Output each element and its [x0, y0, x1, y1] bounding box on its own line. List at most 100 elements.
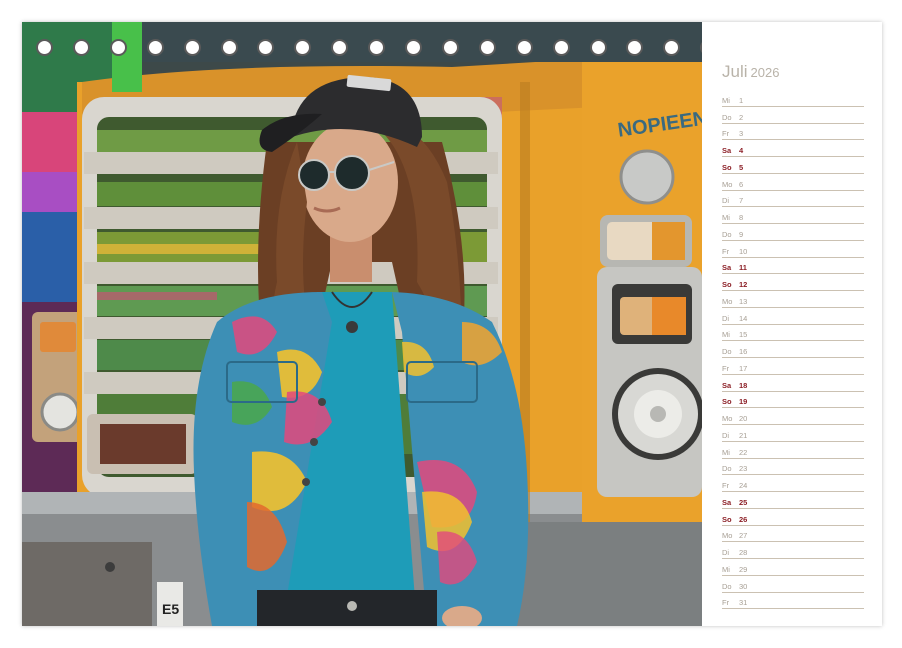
weekday-label: So [722, 514, 732, 524]
day-number: 16 [739, 347, 748, 356]
day-row: Fr 10 [722, 241, 864, 258]
weekday-label: Di [722, 430, 730, 440]
day-row: Sa 11 [722, 258, 864, 275]
weekday-label: So [722, 397, 732, 407]
day-row: Do 9 [722, 224, 864, 241]
weekday-label: Fr [722, 481, 730, 490]
day-number: 23 [739, 464, 748, 474]
day-list: Mi 1 Do 2 Fr 3 Sa 4 So 5 Mo 6 Di 7 Mi 8 Do 9 Fr 10 Sa 11 So 12 M… [722, 90, 864, 610]
license-plate-text: E5 [162, 601, 179, 617]
day-number: 18 [739, 380, 748, 390]
weekday-label: Fr [722, 598, 730, 608]
day-number: 2 [739, 112, 744, 122]
day-number: 7 [739, 196, 744, 206]
day-number: 12 [739, 280, 748, 289]
day-number: 14 [739, 313, 748, 323]
year-label: 2026 [750, 65, 780, 80]
weekday-label: Sa [722, 497, 732, 507]
day-row: Mi 8 [722, 207, 864, 224]
day-row: Sa 25 [722, 492, 864, 509]
month-heading: Juli 2026 [722, 62, 779, 82]
weekday-label: Mi [722, 213, 730, 222]
day-row: So 26 [722, 509, 864, 526]
binding-ring [552, 39, 570, 56]
weekday-label: Sa [722, 380, 732, 390]
binding-ring [515, 39, 533, 56]
weekday-label: Mo [722, 296, 733, 306]
day-row: Do 30 [722, 576, 864, 593]
binding-ring [72, 39, 90, 56]
day-number: 17 [739, 363, 748, 373]
weekday-label: Mo [722, 414, 733, 423]
calendar-photo: E5 NOPIEEN [22, 22, 702, 626]
day-row: Mi 1 [722, 90, 864, 107]
month-name: Juli [722, 62, 748, 81]
binding-ring [146, 39, 164, 56]
day-row: So 19 [722, 392, 864, 409]
binding-ring [109, 39, 127, 56]
binding-ring [183, 39, 201, 56]
weekday-label: Di [722, 196, 730, 206]
binding-ring [589, 39, 607, 56]
day-row: Fr 24 [722, 475, 864, 492]
binding-ring [36, 39, 53, 56]
day-number: 4 [739, 146, 744, 155]
day-row: Fr 31 [722, 593, 864, 610]
day-row: Sa 4 [722, 140, 864, 157]
day-row: Fr 17 [722, 358, 864, 375]
day-row: Mo 20 [722, 408, 864, 425]
day-row: Sa 18 [722, 375, 864, 392]
binding-ring [478, 39, 496, 56]
weekday-label: Di [722, 548, 730, 557]
weekday-label: So [722, 280, 732, 289]
photo-illustration: E5 NOPIEEN [22, 22, 702, 626]
day-number: 5 [739, 162, 744, 172]
weekday-label: Mi [722, 564, 730, 574]
day-row: Di 7 [722, 191, 864, 208]
day-number: 3 [739, 129, 744, 139]
day-number: 30 [739, 581, 748, 591]
weekday-label: So [722, 162, 732, 172]
weekday-label: Sa [722, 146, 732, 155]
binding-ring [257, 39, 275, 56]
day-number: 9 [739, 229, 744, 239]
weekday-label: Sa [722, 263, 732, 273]
day-number: 31 [739, 598, 748, 608]
day-number: 24 [739, 481, 748, 490]
day-number: 10 [739, 246, 748, 256]
day-row: Do 2 [722, 107, 864, 124]
binding-ring [331, 39, 349, 56]
weekday-label: Do [722, 581, 732, 591]
day-number: 28 [739, 548, 748, 557]
day-row: Mi 15 [722, 325, 864, 342]
weekday-label: Mo [722, 179, 733, 189]
day-row: Mo 6 [722, 174, 864, 191]
day-number: 26 [739, 514, 748, 524]
weekday-label: Do [722, 229, 732, 239]
day-row: Do 23 [722, 459, 864, 476]
binding-ring [626, 39, 644, 56]
weekday-label: Do [722, 112, 732, 122]
truck-mirror [619, 149, 675, 205]
binding-ring [663, 39, 681, 56]
day-row: Mo 27 [722, 526, 864, 543]
day-row: Mo 13 [722, 291, 864, 308]
day-number: 27 [739, 531, 748, 541]
jeans [257, 590, 437, 626]
weekday-label: Do [722, 464, 732, 474]
day-number: 15 [739, 330, 748, 340]
weekday-label: Mo [722, 531, 733, 541]
weekday-label: Fr [722, 246, 730, 256]
weekday-label: Mi [722, 95, 730, 105]
binding-ring [368, 39, 386, 56]
day-row: So 5 [722, 157, 864, 174]
day-row: Fr 3 [722, 124, 864, 141]
binding-ring [294, 39, 312, 56]
day-row: Mi 22 [722, 442, 864, 459]
binding-ring [220, 39, 238, 56]
day-number: 25 [739, 497, 748, 507]
binding-ring [405, 39, 422, 56]
calendar-page: E5 NOPIEEN Juli 2026 Mi 1 Do 2 Fr 3 Sa 4… [22, 22, 882, 626]
day-row: Di 14 [722, 308, 864, 325]
day-row: Di 21 [722, 425, 864, 442]
